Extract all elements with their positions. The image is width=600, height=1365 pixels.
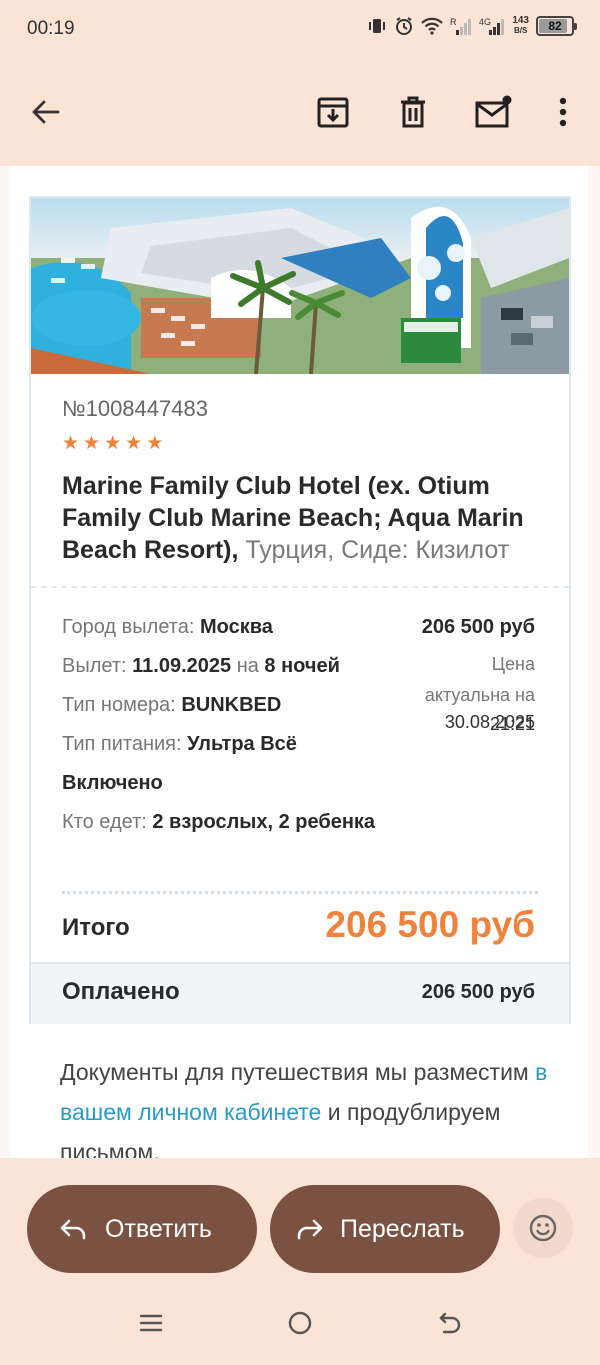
net-speed-unit: B/S <box>513 26 528 35</box>
tour-price: 206 500 руб <box>421 616 535 638</box>
reply-icon <box>60 1219 86 1240</box>
departure-city-label: Город вылета: <box>62 616 195 638</box>
paid-row: Оплачено 206 500 руб <box>31 962 569 1024</box>
delete-icon <box>401 96 425 128</box>
home-circle-icon <box>288 1311 312 1335</box>
price-note-line2: актуальна на <box>424 685 535 705</box>
vibrate-icon <box>367 16 387 36</box>
departure-city-row: Город вылета: Москва <box>62 608 382 647</box>
net-speed-value: 143 <box>512 15 529 26</box>
hotel-title: Marine Family Club Hotel (ex. Otium Fami… <box>62 470 552 566</box>
archive-icon <box>317 97 349 128</box>
recent-apps-button[interactable] <box>136 1308 166 1338</box>
paid-value: 206 500 руб <box>421 981 535 1003</box>
back-arrow-icon <box>32 100 60 124</box>
order-number: №1008447483 <box>62 396 208 421</box>
departure-label: Вылет: <box>62 655 127 677</box>
total-label: Итого <box>62 914 130 941</box>
star-icon: ★ <box>62 433 80 454</box>
svg-text:4G: 4G <box>479 17 491 27</box>
archive-button[interactable] <box>311 90 355 134</box>
hotel-stars: ★ ★ ★ ★ ★ <box>62 434 163 454</box>
signal-4g-icon: 4G <box>479 16 505 36</box>
hotel-photo <box>31 198 569 374</box>
room-type-label: Тип номера: <box>62 694 176 716</box>
wifi-icon <box>421 17 444 35</box>
total-value: 206 500 руб <box>325 904 535 945</box>
more-options-button[interactable] <box>541 90 585 134</box>
divider <box>31 586 569 588</box>
reply-label: Ответить <box>105 1214 212 1243</box>
star-icon: ★ <box>146 433 164 454</box>
forward-label: Переслать <box>340 1214 465 1243</box>
battery-level: 82 <box>548 19 562 33</box>
booking-card: №1008447483 ★ ★ ★ ★ ★ Marine Family Club… <box>29 196 571 1024</box>
back-button[interactable] <box>24 90 68 134</box>
network-speed: 143 B/S <box>512 16 529 36</box>
meal-label: Тип питания: <box>62 733 182 755</box>
room-type-value: BUNKBED <box>181 694 282 716</box>
departure-row: Вылет: 11.09.2025 на 8 ночей <box>62 647 382 686</box>
delete-button[interactable] <box>391 90 435 134</box>
action-bar: Ответить Переслать <box>0 1158 600 1278</box>
emoji-reaction-button[interactable] <box>513 1198 573 1258</box>
paid-label: Оплачено <box>62 978 180 1005</box>
mark-unread-button[interactable] <box>471 90 515 134</box>
docs-text-before: Документы для путешествия мы разместим <box>60 1059 529 1085</box>
back-nav-icon <box>439 1312 461 1334</box>
travelers-label: Кто едет: <box>62 811 147 833</box>
price-note: Цена актуальна на <box>422 649 535 711</box>
departure-date: 11.09.2025 <box>132 655 232 677</box>
booking-details: Город вылета: Москва Вылет: 11.09.2025 н… <box>62 608 382 842</box>
email-toolbar <box>0 60 600 166</box>
status-bar: 00:19 R 4G 143 B/S 82 <box>0 0 600 60</box>
alarm-icon <box>394 16 414 36</box>
battery-indicator: 82 <box>536 16 577 36</box>
nights-value: 8 ночей <box>264 655 340 677</box>
reply-button[interactable]: Ответить <box>27 1185 257 1273</box>
star-icon: ★ <box>125 433 143 454</box>
documents-paragraph: Документы для путешествия мы разместим в… <box>60 1052 560 1172</box>
price-note-line1: Цена <box>491 654 535 674</box>
emoji-icon <box>529 1214 557 1242</box>
travelers-value: 2 взрослых, 2 ребенка <box>152 811 376 833</box>
price-time: 21:21 <box>489 714 535 734</box>
departure-city-value: Москва <box>199 616 273 638</box>
meal-row: Тип питания: Ультра Всё Включено <box>62 725 382 803</box>
mark-unread-icon <box>475 95 512 128</box>
room-type-row: Тип номера: BUNKBED <box>62 686 382 725</box>
forward-button[interactable]: Переслать <box>270 1185 500 1273</box>
more-vert-icon <box>559 97 567 127</box>
star-icon: ★ <box>104 433 122 454</box>
status-time: 00:19 <box>27 18 75 39</box>
menu-icon <box>139 1314 163 1332</box>
dotted-divider <box>62 891 538 894</box>
nights-prefix: на <box>236 655 259 677</box>
status-icons: R 4G 143 B/S 82 <box>367 16 577 36</box>
back-nav-button[interactable] <box>435 1308 465 1338</box>
star-icon: ★ <box>83 433 101 454</box>
travelers-row: Кто едет: 2 взрослых, 2 ребенка <box>62 803 382 842</box>
signal-r-icon: R <box>450 16 472 36</box>
forward-icon <box>297 1219 323 1240</box>
system-nav-bar <box>0 1278 600 1365</box>
svg-text:R: R <box>450 17 457 27</box>
price-block: 206 500 руб Цена актуальна на 30.08.2025… <box>421 608 535 734</box>
hotel-location: Турция, Сиде: Кизилот <box>245 536 510 564</box>
home-button[interactable] <box>285 1308 315 1338</box>
